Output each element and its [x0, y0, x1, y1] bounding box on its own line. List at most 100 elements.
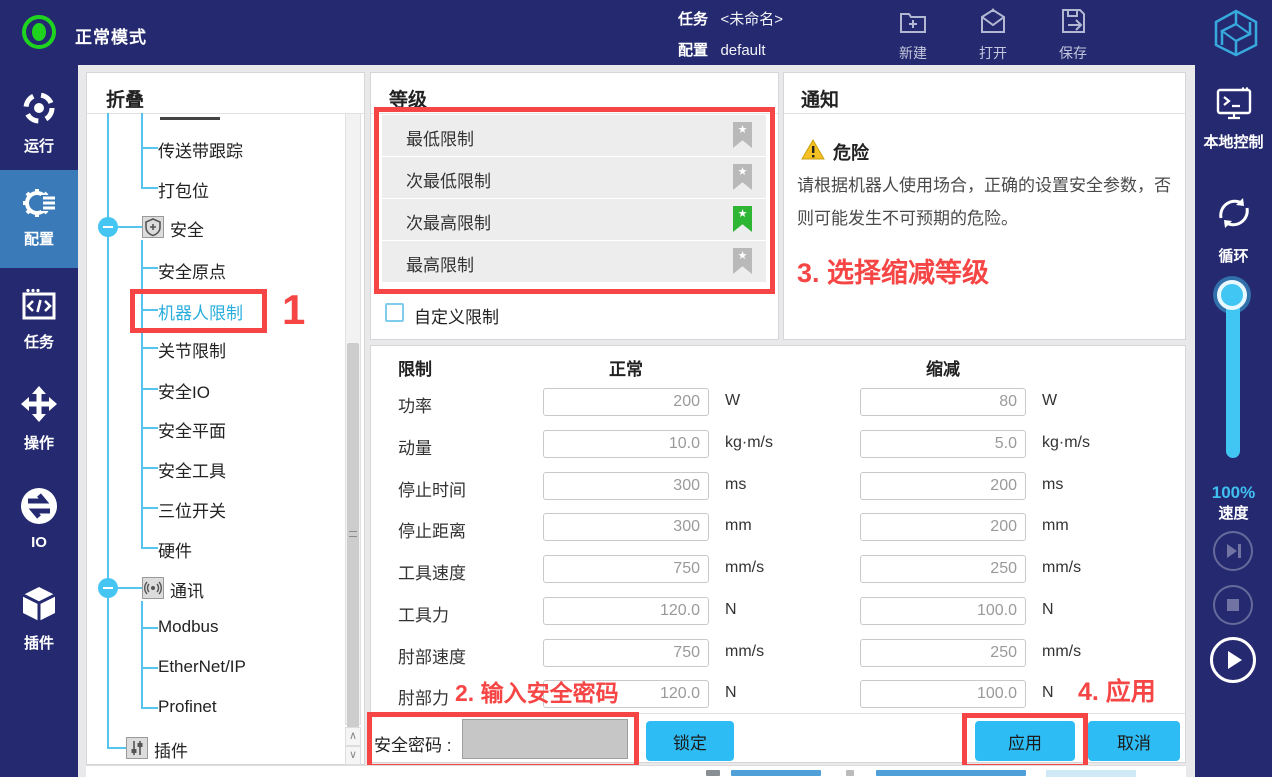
tree-tick	[117, 587, 142, 589]
tree-item-modbus[interactable]: Modbus	[158, 617, 218, 637]
normal-input-elbow-speed[interactable]	[543, 639, 709, 667]
reduced-input-elbow-force[interactable]	[860, 680, 1026, 708]
tree-tick	[141, 147, 158, 149]
tree-scroll-down-button[interactable]: ∨	[345, 746, 361, 765]
shield-plus-icon	[142, 216, 164, 238]
play-button[interactable]	[1210, 637, 1256, 683]
unit-label: mm/s	[725, 559, 764, 577]
open-button-label: 打开	[958, 43, 1028, 63]
scrollbar-grip	[349, 531, 357, 537]
annotation-box-2	[367, 712, 639, 769]
collapse-toggle-comm[interactable]	[98, 578, 118, 598]
warning-icon	[801, 139, 825, 161]
nav-item-run-label: 运行	[0, 135, 78, 156]
custom-limit-label: 自定义限制	[414, 303, 499, 328]
normal-input-stop-time[interactable]	[543, 472, 709, 500]
tree-item-three-pos[interactable]: 三位开关	[158, 497, 226, 522]
limits-header-limit: 限制	[398, 355, 432, 380]
speed-slider-knob[interactable]	[1217, 280, 1247, 310]
tree-item-plugin[interactable]: 插件	[154, 737, 188, 762]
nav-item-plugin-label: 插件	[0, 632, 78, 653]
status-pill	[1046, 770, 1136, 777]
config-label: 配置	[678, 42, 708, 59]
new-button[interactable]: 新建	[878, 6, 948, 63]
tree-item-profinet[interactable]: Profinet	[158, 697, 217, 717]
reduced-input-stop-time[interactable]	[860, 472, 1026, 500]
tree-item-clipped[interactable]	[160, 113, 220, 120]
unit-label: W	[1042, 392, 1057, 410]
run-icon	[21, 90, 57, 126]
reduced-input-tool-speed[interactable]	[860, 555, 1026, 583]
tree-item-safety[interactable]: 安全	[170, 216, 204, 241]
normal-input-tool-force[interactable]	[543, 597, 709, 625]
tree-item-joint-limits[interactable]: 关节限制	[158, 337, 226, 362]
speed-slider-track[interactable]	[1226, 296, 1240, 458]
robot-status-icon	[20, 13, 58, 51]
reduced-input-tool-force[interactable]	[860, 597, 1026, 625]
lock-button[interactable]: 锁定	[646, 721, 734, 761]
warning-title: 危险	[833, 139, 869, 165]
step-button[interactable]	[1213, 531, 1253, 571]
app-window: 正常模式 任务 <未命名> 配置 default 新建 打开	[0, 0, 1272, 777]
tree-item-safe-home[interactable]: 安全原点	[158, 258, 226, 283]
unit-label: W	[725, 392, 740, 410]
tree-item-conveyor[interactable]: 传送带跟踪	[158, 137, 243, 162]
open-button[interactable]: 打开	[958, 6, 1028, 63]
unit-label: N	[1042, 684, 1054, 702]
nav-item-io[interactable]: IO	[0, 487, 78, 551]
unit-label: ms	[725, 476, 746, 494]
annotation-step-2: 2. 输入安全密码	[455, 674, 619, 708]
reduced-input-stop-distance[interactable]	[860, 513, 1026, 541]
annotation-box-1	[130, 289, 267, 333]
save-button-top[interactable]: 保存	[1038, 6, 1108, 63]
limit-row-name: 肘部力	[398, 684, 449, 709]
unit-label: mm/s	[1042, 559, 1081, 577]
tree-panel-title[interactable]: 折叠	[106, 85, 144, 112]
cancel-button[interactable]: 取消	[1088, 721, 1180, 761]
tree-item-comm[interactable]: 通讯	[170, 577, 204, 602]
limit-row-name: 工具力	[398, 601, 449, 626]
reduced-input-elbow-speed[interactable]	[860, 639, 1026, 667]
cycle-button[interactable]	[1211, 190, 1257, 241]
limit-row-name: 停止时间	[398, 476, 466, 501]
nav-item-task[interactable]: 任务	[0, 288, 78, 352]
tree-item-safety-tool[interactable]: 安全工具	[158, 457, 226, 482]
tree-scroll-up-button[interactable]: ∧	[345, 727, 361, 746]
unit-label: N	[725, 601, 737, 619]
nav-item-plugin[interactable]: 插件	[0, 585, 78, 653]
normal-input-tool-speed[interactable]	[543, 555, 709, 583]
local-control-button[interactable]	[1216, 87, 1252, 126]
tree-scrollbar-thumb[interactable]	[347, 343, 359, 728]
brand-logo-icon	[1212, 8, 1260, 58]
normal-input-power[interactable]	[543, 388, 709, 416]
reduced-input-momentum[interactable]	[860, 430, 1026, 458]
tree-line-root	[107, 113, 109, 749]
tree-item-hardware[interactable]: 硬件	[158, 537, 192, 562]
tree-tick	[141, 627, 158, 629]
tree-item-ethernet-ip[interactable]: EtherNet/IP	[158, 657, 246, 677]
tree-tick	[141, 388, 158, 390]
notice-panel-title: 通知	[801, 85, 839, 112]
local-control-label: 本地控制	[1195, 131, 1272, 152]
collapse-toggle-safety[interactable]	[98, 217, 118, 237]
tree-item-safety-io[interactable]: 安全IO	[158, 378, 210, 403]
nav-item-config[interactable]: 配置	[0, 183, 78, 249]
stop-button[interactable]	[1213, 585, 1253, 625]
reduced-input-power[interactable]	[860, 388, 1026, 416]
unit-label: mm	[725, 517, 752, 535]
limit-row-name: 功率	[398, 392, 432, 417]
tree-item-safety-plane[interactable]: 安全平面	[158, 417, 226, 442]
io-icon	[20, 487, 58, 525]
move-arrows-icon	[20, 385, 58, 423]
tree-tick	[141, 427, 158, 429]
normal-input-momentum[interactable]	[543, 430, 709, 458]
save-button-label: 保存	[1038, 43, 1108, 63]
normal-input-stop-distance[interactable]	[543, 513, 709, 541]
nav-item-run[interactable]: 运行	[0, 90, 78, 156]
tree-item-packing[interactable]: 打包位	[158, 177, 209, 202]
nav-item-operate[interactable]: 操作	[0, 385, 78, 453]
divider	[784, 113, 1185, 114]
right-bar: 本地控制 循环 100% 速度	[1195, 65, 1272, 777]
code-window-icon	[21, 288, 57, 322]
custom-limit-checkbox[interactable]	[385, 303, 404, 322]
